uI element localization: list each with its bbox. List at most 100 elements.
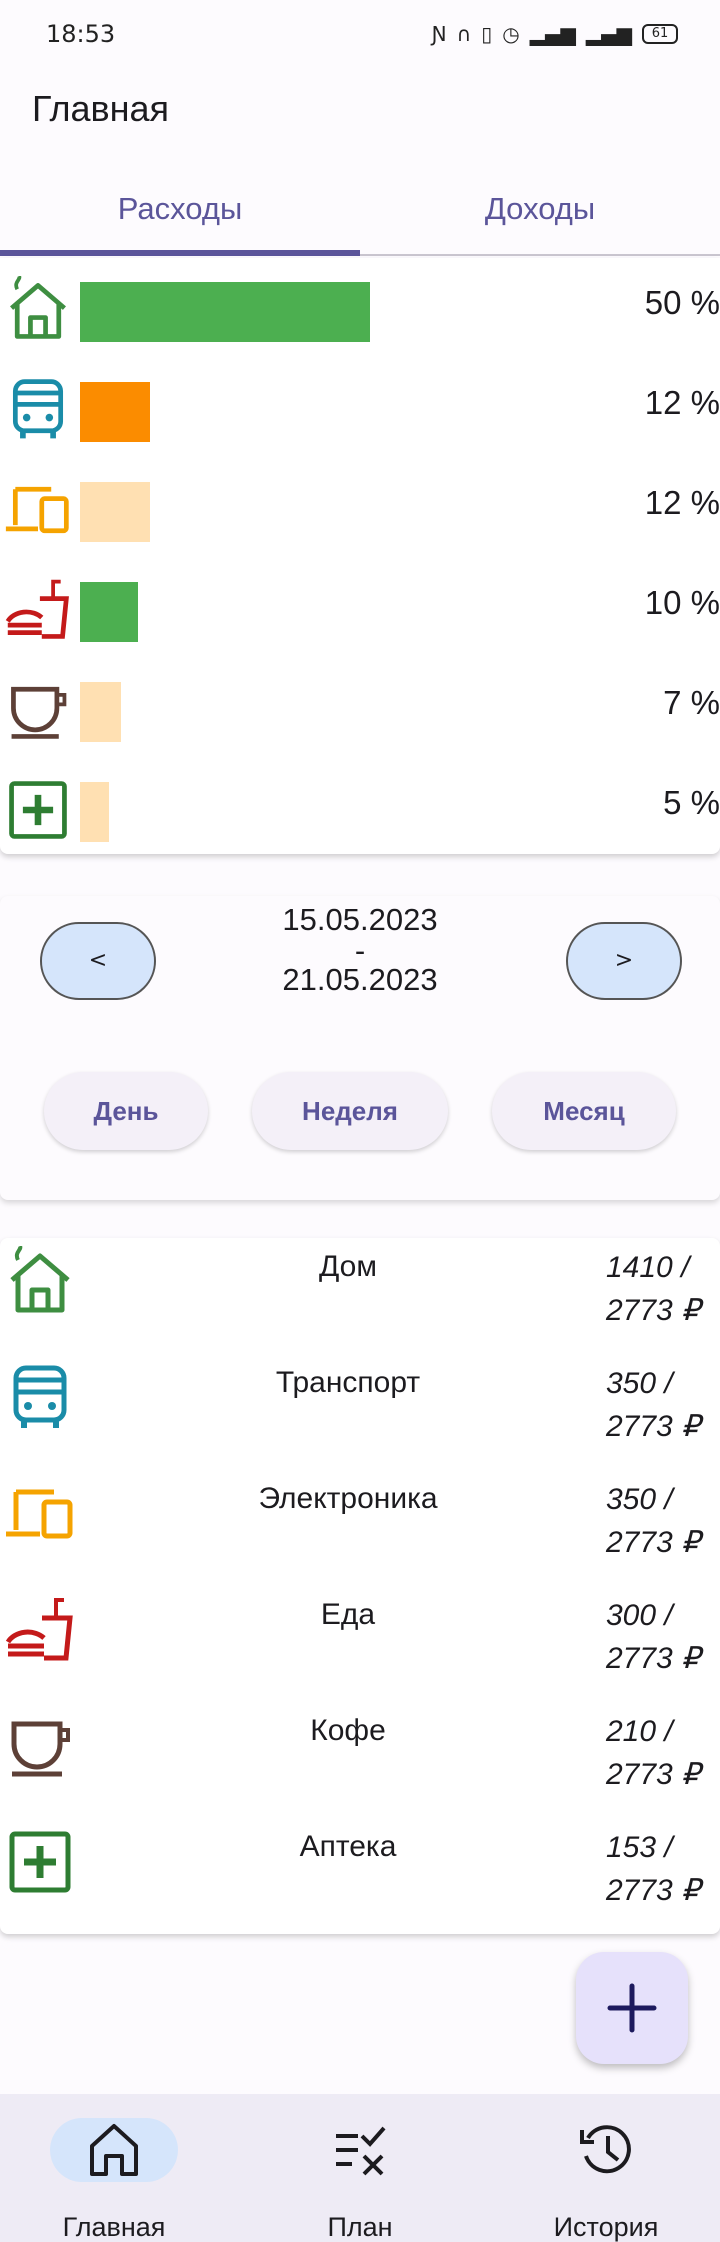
category-share-chart: 50 % 12 % 12 % 10 % 7 % 5 % bbox=[0, 258, 720, 854]
chart-bar-percent: 12 % bbox=[644, 484, 720, 521]
period-month-button[interactable]: Месяц bbox=[492, 1072, 676, 1150]
chart-row-icon bbox=[4, 676, 76, 744]
chart-row-icon bbox=[4, 376, 76, 444]
battery-icon: 61 bbox=[642, 24, 678, 44]
chart-row-icon bbox=[4, 275, 76, 344]
chart-bar bbox=[80, 482, 150, 542]
status-icons: Ɲ ∩ ▯ ◷ ▂▄▆ ▂▄▆ 61 bbox=[432, 22, 678, 46]
house-icon bbox=[10, 1245, 70, 1313]
bottom-navigation: Главная План История bbox=[0, 2094, 720, 2242]
chart-row: 7 % bbox=[0, 668, 720, 748]
period-selector: < 15.05.2023 - 21.05.2023 > День Неделя … bbox=[0, 896, 720, 1200]
list-item-spent: 210 / bbox=[606, 1715, 673, 1748]
type-tabs: Расходы Доходы bbox=[0, 180, 720, 256]
list-item-icon bbox=[4, 1594, 76, 1666]
list-item-total: 2773 ₽ bbox=[606, 1758, 701, 1791]
list-item[interactable]: Кофе 210 / 2773 ₽ bbox=[0, 1706, 720, 1822]
list-item-spent: 350 / bbox=[606, 1367, 673, 1400]
list-item-icon bbox=[4, 1478, 76, 1550]
chart-row-icon bbox=[4, 776, 76, 844]
list-item-name: Электроника bbox=[258, 1482, 438, 1515]
date-range: 15.05.2023 - 21.05.2023 bbox=[240, 896, 480, 1001]
list-item-amount: 350 / 2773 ₽ bbox=[606, 1478, 716, 1564]
chart-bar bbox=[80, 382, 150, 442]
list-item-name: Кофе bbox=[310, 1714, 386, 1747]
list-item-amount: 300 / 2773 ₽ bbox=[606, 1594, 716, 1680]
list-item-amount: 1410 / 2773 ₽ bbox=[606, 1246, 716, 1332]
chart-row: 12 % bbox=[0, 368, 720, 448]
chart-row: 12 % bbox=[0, 468, 720, 548]
status-time: 18:53 bbox=[46, 20, 116, 48]
nav-plan-label: План bbox=[327, 2212, 393, 2242]
list-item-total: 2773 ₽ bbox=[606, 1642, 701, 1675]
list-item-total: 2773 ₽ bbox=[606, 1294, 701, 1327]
history-icon bbox=[580, 2125, 631, 2174]
devices-icon bbox=[5, 486, 69, 534]
plus-icon bbox=[607, 1983, 657, 2033]
chart-bar bbox=[80, 282, 370, 342]
nfc-icon: Ɲ bbox=[431, 22, 447, 46]
chart-bar-percent: 12 % bbox=[644, 384, 720, 421]
list-item-total: 2773 ₽ bbox=[606, 1410, 701, 1443]
tab-expenses[interactable]: Расходы bbox=[0, 180, 360, 256]
next-period-button[interactable]: > bbox=[566, 922, 682, 1000]
list-item-name: Еда bbox=[320, 1598, 376, 1631]
list-item[interactable]: Аптека 153 / 2773 ₽ bbox=[0, 1822, 720, 1938]
devices-icon bbox=[6, 1489, 73, 1539]
list-item-name: Транспорт bbox=[275, 1366, 421, 1399]
bus-icon bbox=[13, 1365, 67, 1428]
pharmacy-icon bbox=[9, 1831, 71, 1893]
tab-income[interactable]: Доходы bbox=[360, 180, 720, 254]
signal-icon: ▂▄▆ bbox=[585, 22, 632, 46]
nav-home[interactable]: Главная bbox=[24, 2118, 204, 2242]
chart-bar-percent: 50 % bbox=[644, 284, 720, 321]
signal-4g-icon: ▂▄▆ bbox=[529, 22, 576, 46]
list-item[interactable]: Электроника 350 / 2773 ₽ bbox=[0, 1474, 720, 1590]
list-item-spent: 1410 / bbox=[606, 1251, 690, 1284]
list-item[interactable]: Транспорт 350 / 2773 ₽ bbox=[0, 1358, 720, 1474]
add-expense-button[interactable] bbox=[576, 1952, 688, 2064]
status-bar: 18:53 Ɲ ∩ ▯ ◷ ▂▄▆ ▂▄▆ 61 bbox=[0, 0, 720, 70]
chart-row: 50 % bbox=[0, 268, 720, 348]
nav-history[interactable]: История bbox=[516, 2118, 696, 2242]
list-item-spent: 153 / bbox=[606, 1831, 673, 1864]
chart-bar-percent: 7 % bbox=[663, 684, 720, 721]
previous-period-button[interactable]: < bbox=[40, 922, 156, 1000]
bus-icon bbox=[12, 379, 64, 439]
list-item-icon bbox=[4, 1245, 76, 1318]
coffee-icon bbox=[11, 686, 67, 739]
list-item-spent: 300 / bbox=[606, 1599, 673, 1632]
list-item-total: 2773 ₽ bbox=[606, 1526, 701, 1559]
fastfood-icon bbox=[5, 1598, 73, 1661]
period-week-button[interactable]: Неделя bbox=[252, 1072, 448, 1150]
date-end: 21.05.2023 bbox=[282, 962, 438, 997]
list-item[interactable]: Еда 300 / 2773 ₽ bbox=[0, 1590, 720, 1706]
chart-row-icon bbox=[4, 576, 76, 644]
list-item-icon bbox=[4, 1710, 76, 1782]
pharmacy-icon bbox=[9, 781, 67, 839]
coffee-icon bbox=[11, 1721, 70, 1777]
checklist-icon bbox=[336, 2126, 386, 2176]
fastfood-icon bbox=[5, 579, 69, 639]
vibrate-icon: ▯ bbox=[481, 22, 493, 46]
home-screen: 18:53 Ɲ ∩ ▯ ◷ ▂▄▆ ▂▄▆ 61 Главная Расходы… bbox=[0, 0, 720, 2242]
chart-bar bbox=[80, 782, 109, 842]
list-item-total: 2773 ₽ bbox=[606, 1874, 701, 1907]
period-day-button[interactable]: День bbox=[44, 1072, 208, 1150]
list-item-name: Дом bbox=[319, 1250, 377, 1283]
list-item-amount: 350 / 2773 ₽ bbox=[606, 1362, 716, 1448]
chart-bar-percent: 5 % bbox=[663, 784, 720, 821]
house-icon bbox=[10, 275, 66, 339]
chart-row: 5 % bbox=[0, 768, 720, 848]
list-item-icon bbox=[4, 1826, 76, 1898]
list-item-amount: 210 / 2773 ₽ bbox=[606, 1710, 716, 1796]
list-item[interactable]: Дом 1410 / 2773 ₽ bbox=[0, 1242, 720, 1358]
expense-list: Дом 1410 /2773 ₽ Транспорт 350 /2773 ₽ Элект… bbox=[0, 1238, 720, 1934]
nav-history-label: История bbox=[553, 2212, 659, 2242]
list-item-icon bbox=[4, 1362, 76, 1434]
list-item-spent: 350 / bbox=[606, 1483, 673, 1516]
chart-bar bbox=[80, 582, 138, 642]
alarm-icon: ◷ bbox=[502, 22, 520, 46]
list-item-amount: 153 / 2773 ₽ bbox=[606, 1826, 716, 1912]
nav-plan[interactable]: План bbox=[270, 2118, 450, 2242]
